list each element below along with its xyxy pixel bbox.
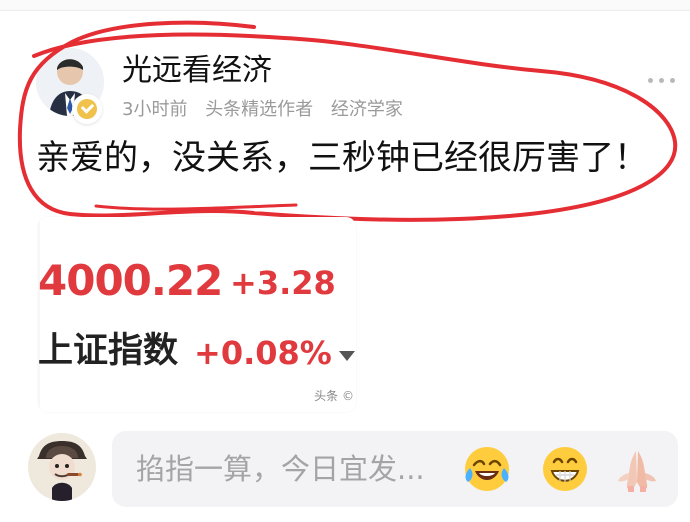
- highlight-circle-icon: [17, 20, 678, 222]
- author-name[interactable]: 光远看经济: [122, 54, 272, 88]
- commenter-portrait-icon: [28, 433, 96, 501]
- comment-input[interactable]: 掐指一算，今日宜发...: [112, 431, 678, 507]
- more-dot-1: [648, 78, 653, 83]
- laughing-emoji-icon[interactable]: [460, 442, 514, 496]
- commenter-avatar[interactable]: [28, 433, 96, 501]
- index-change: +3.28: [230, 264, 336, 302]
- author-meta: 3小时前 头条精选作者 经济学家: [122, 99, 415, 121]
- author-role: 经济学家: [330, 99, 403, 120]
- index-value: 4000.22: [38, 256, 223, 305]
- post-text: 亲爱的，没关系，三秒钟已经很厉害了！: [36, 138, 648, 178]
- screen: 光远看经济 3小时前 头条精选作者 经济学家 亲爱的，没关系，三秒钟已经很厉害了…: [0, 0, 690, 522]
- index-percent: +0.08%: [194, 334, 332, 372]
- verified-badge-icon: [72, 94, 102, 124]
- grinning-emoji-icon[interactable]: [538, 442, 592, 496]
- comment-placeholder: 掐指一算，今日宜发...: [136, 452, 425, 486]
- source-mark: 头条 ©: [314, 389, 354, 403]
- dropdown-triangle-icon: [339, 351, 355, 361]
- market-card[interactable]: 4000.22 +3.28 上证指数 +0.08% 头条 ©: [38, 217, 356, 412]
- more-options-icon[interactable]: [646, 76, 678, 86]
- praying-hands-emoji-icon[interactable]: [610, 442, 664, 496]
- more-dot-2: [659, 78, 664, 83]
- index-name: 上证指数: [38, 331, 179, 371]
- post-time: 3小时前: [122, 99, 188, 120]
- more-dot-3: [670, 78, 675, 83]
- author-badge-label: 头条精选作者: [205, 99, 314, 120]
- comment-bar: 掐指一算，今日宜发...: [0, 421, 690, 522]
- post-card: 光远看经济 3小时前 头条精选作者 经济学家 亲爱的，没关系，三秒钟已经很厉害了…: [0, 10, 690, 420]
